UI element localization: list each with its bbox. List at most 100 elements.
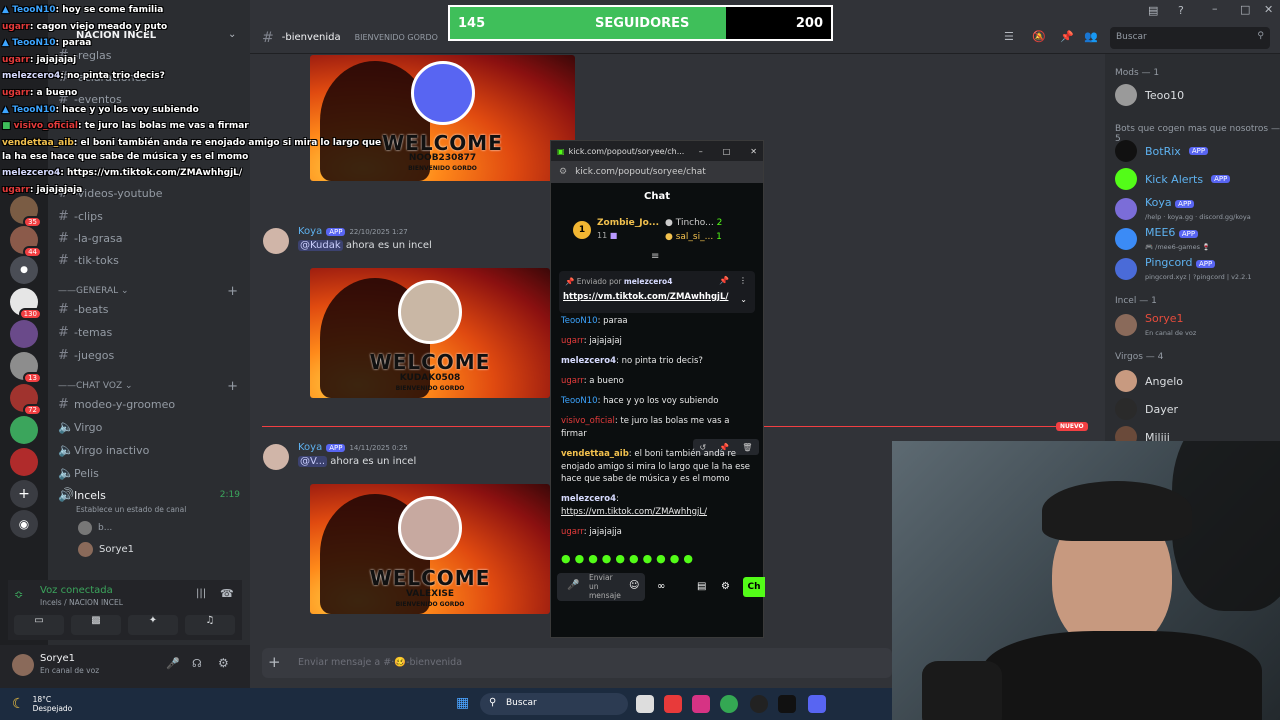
instagram-icon[interactable] <box>692 695 710 713</box>
chrome-icon[interactable] <box>720 695 738 713</box>
member-item[interactable]: Pingcord APP pingcord.xyz | ?pingcord | v… <box>1115 256 1251 282</box>
author-name[interactable]: Koya <box>298 226 322 237</box>
author-name[interactable]: Koya <box>298 442 322 453</box>
server-icon[interactable]: ● <box>10 256 38 284</box>
channel-item[interactable]: # -beats <box>58 298 238 320</box>
channel-item[interactable]: # -clips <box>58 205 238 227</box>
soundboard-button[interactable]: ♫ <box>185 615 235 635</box>
pin-icon[interactable]: 📌 <box>1060 30 1074 43</box>
store-icon[interactable]: ▤ <box>697 581 706 592</box>
member-item[interactable]: Sorye1 En canal de voz <box>1115 312 1196 338</box>
headphones-icon[interactable]: ☊ <box>192 657 202 670</box>
channel-item[interactable]: # -temas <box>58 321 238 343</box>
taskview-icon[interactable] <box>636 695 654 713</box>
channel-item[interactable]: # -juegos <box>58 344 238 366</box>
member-item[interactable]: Kick Alerts APP <box>1115 168 1231 190</box>
voice-channel-item[interactable]: 🔈 Virgo inactivo <box>58 439 238 461</box>
voice-channel-item[interactable]: 🔈 Pelis <box>58 462 238 484</box>
discover-icon[interactable]: ◉ <box>10 510 38 538</box>
user-mention[interactable]: @Kudak <box>298 240 343 251</box>
help-icon[interactable]: ? <box>1178 4 1184 17</box>
noise-icon[interactable]: ||| <box>196 588 206 599</box>
microphone-icon[interactable]: 🎤 <box>567 580 579 591</box>
inbox-icon[interactable]: ▤ <box>1148 4 1158 17</box>
message-composer[interactable]: + Enviar mensaje a #·🥴-bienvenida <box>262 648 892 678</box>
server-icon[interactable]: 13 <box>10 352 42 384</box>
taskbar-search[interactable]: ⚲ Buscar <box>480 693 628 715</box>
voice-user[interactable]: b... <box>78 521 112 535</box>
weather-icon[interactable]: ☾ <box>12 696 25 712</box>
maximize-icon[interactable]: □ <box>1240 3 1250 16</box>
channel-topic[interactable]: BIENVENIDO GORDO <box>355 33 438 42</box>
chat-input[interactable]: 🎤 Enviar un mensaje ☺ <box>557 573 645 601</box>
pin-icon[interactable]: 📌 <box>719 276 729 285</box>
channel-item[interactable]: # -tik-toks <box>58 249 238 271</box>
member-item[interactable]: MEE6 APP 🎮 /mee6-games 🍷 <box>1115 226 1210 252</box>
screen-share-button[interactable]: ▩ <box>71 615 121 635</box>
gifter-item[interactable]: ● sal_si_... 1 <box>665 232 722 242</box>
site-info-icon[interactable]: ⚙ <box>559 167 567 177</box>
members-icon[interactable]: 👥 <box>1084 30 1098 43</box>
more-icon[interactable]: ⋮ <box>739 276 747 285</box>
minimize-icon[interactable]: – <box>1212 2 1218 15</box>
gear-icon[interactable]: ⚙ <box>218 656 229 670</box>
emoji-icon[interactable]: ☺ <box>629 580 639 591</box>
member-item[interactable]: Koya APP/help · koya.gg · discord.gg/koy… <box>1115 196 1251 222</box>
channel-item[interactable]: # -videos-youtube <box>58 182 238 204</box>
tiktok-icon[interactable] <box>778 695 796 713</box>
member-item[interactable]: Angelo <box>1115 370 1183 392</box>
member-item[interactable]: Teoo10 <box>1115 84 1184 106</box>
user-mention[interactable]: @V... <box>298 456 328 467</box>
chevron-down-icon[interactable]: ⌄ <box>228 29 236 40</box>
category-voice[interactable]: ——CHAT VOZ ⌄ <box>58 381 133 391</box>
voice-channel-item-active[interactable]: 🔊 Incels 2:19 <box>58 484 240 506</box>
avatar[interactable] <box>263 444 289 470</box>
start-icon[interactable]: ▦ <box>456 695 469 711</box>
avatar[interactable] <box>12 654 34 676</box>
activities-button[interactable]: ✦ <box>128 615 178 635</box>
discord-icon[interactable] <box>808 695 826 713</box>
voice-user[interactable]: Sorye1 <box>78 542 134 557</box>
add-channel-icon[interactable]: + <box>227 284 238 299</box>
emote-bar[interactable]: ●●●●●●●●●● <box>561 552 697 565</box>
server-icon[interactable] <box>10 320 38 348</box>
category-general[interactable]: ——GENERAL ⌄ <box>58 286 129 296</box>
voice-location[interactable]: Incels / NACION INCEL <box>40 598 123 607</box>
timestamp[interactable]: 22/10/2025 1:27 <box>349 228 407 236</box>
chat-link[interactable]: https://vm.tiktok.com/ZMAwhhgjL/ <box>561 506 753 519</box>
pinned-link[interactable]: https://vm.tiktok.com/ZMAwhhgjL/ <box>563 292 728 302</box>
text-channel-item[interactable]: # modeo-y-groomeo <box>58 393 238 415</box>
welcome-image[interactable]: WELCOME VALEXISE BIENVENIDO GORDO <box>310 484 550 614</box>
gifter-item[interactable]: ● Tincho... 2 <box>665 218 722 228</box>
server-icon[interactable] <box>10 448 38 476</box>
timestamp[interactable]: 14/11/2025 0:25 <box>349 444 407 452</box>
add-server-icon[interactable]: + <box>10 480 38 508</box>
expand-icon[interactable]: ≡ <box>651 251 659 262</box>
server-icon[interactable]: 44 <box>10 226 42 258</box>
avatar[interactable] <box>263 228 289 254</box>
maximize-icon[interactable]: □ <box>723 147 731 156</box>
microphone-icon[interactable]: 🎤 <box>166 657 180 670</box>
welcome-image[interactable]: WELCOME NOOB230877 BIENVENIDO GORDO <box>310 55 575 181</box>
weather-widget[interactable]: 18°C Despejado <box>33 695 73 713</box>
address-bar[interactable]: ⚙ kick.com/popout/soryee/chat <box>551 161 763 183</box>
chevron-down-icon[interactable]: ⌄ <box>740 295 747 304</box>
threads-icon[interactable]: ☰ <box>1004 30 1014 43</box>
obs-icon[interactable] <box>750 695 768 713</box>
disconnect-icon[interactable]: ☎ <box>220 587 234 600</box>
top-gifter-name[interactable]: Zombie_Jo... <box>597 218 659 228</box>
member-item[interactable]: BotRix APP <box>1115 140 1209 162</box>
channel-item[interactable]: # -la-grasa <box>58 227 238 249</box>
pinned-message[interactable]: 📌 Enviado por melezcero4 https://vm.tikt… <box>559 271 755 313</box>
search-input[interactable]: Buscar ⚲ <box>1110 27 1270 49</box>
server-icon[interactable] <box>10 416 38 444</box>
gear-icon[interactable]: ⚙ <box>721 581 730 592</box>
close-icon[interactable]: ✕ <box>1264 3 1273 16</box>
minimize-icon[interactable]: – <box>699 147 703 156</box>
server-icon[interactable]: 72 <box>10 384 42 416</box>
close-icon[interactable]: ✕ <box>750 147 757 156</box>
server-icon[interactable]: 35 <box>10 196 42 228</box>
add-channel-icon[interactable]: + <box>227 379 238 394</box>
welcome-image[interactable]: WELCOME KUDAK0508 BIENVENIDO GORDO <box>310 268 550 398</box>
voice-channel-item[interactable]: 🔈 Virgo <box>58 416 238 438</box>
